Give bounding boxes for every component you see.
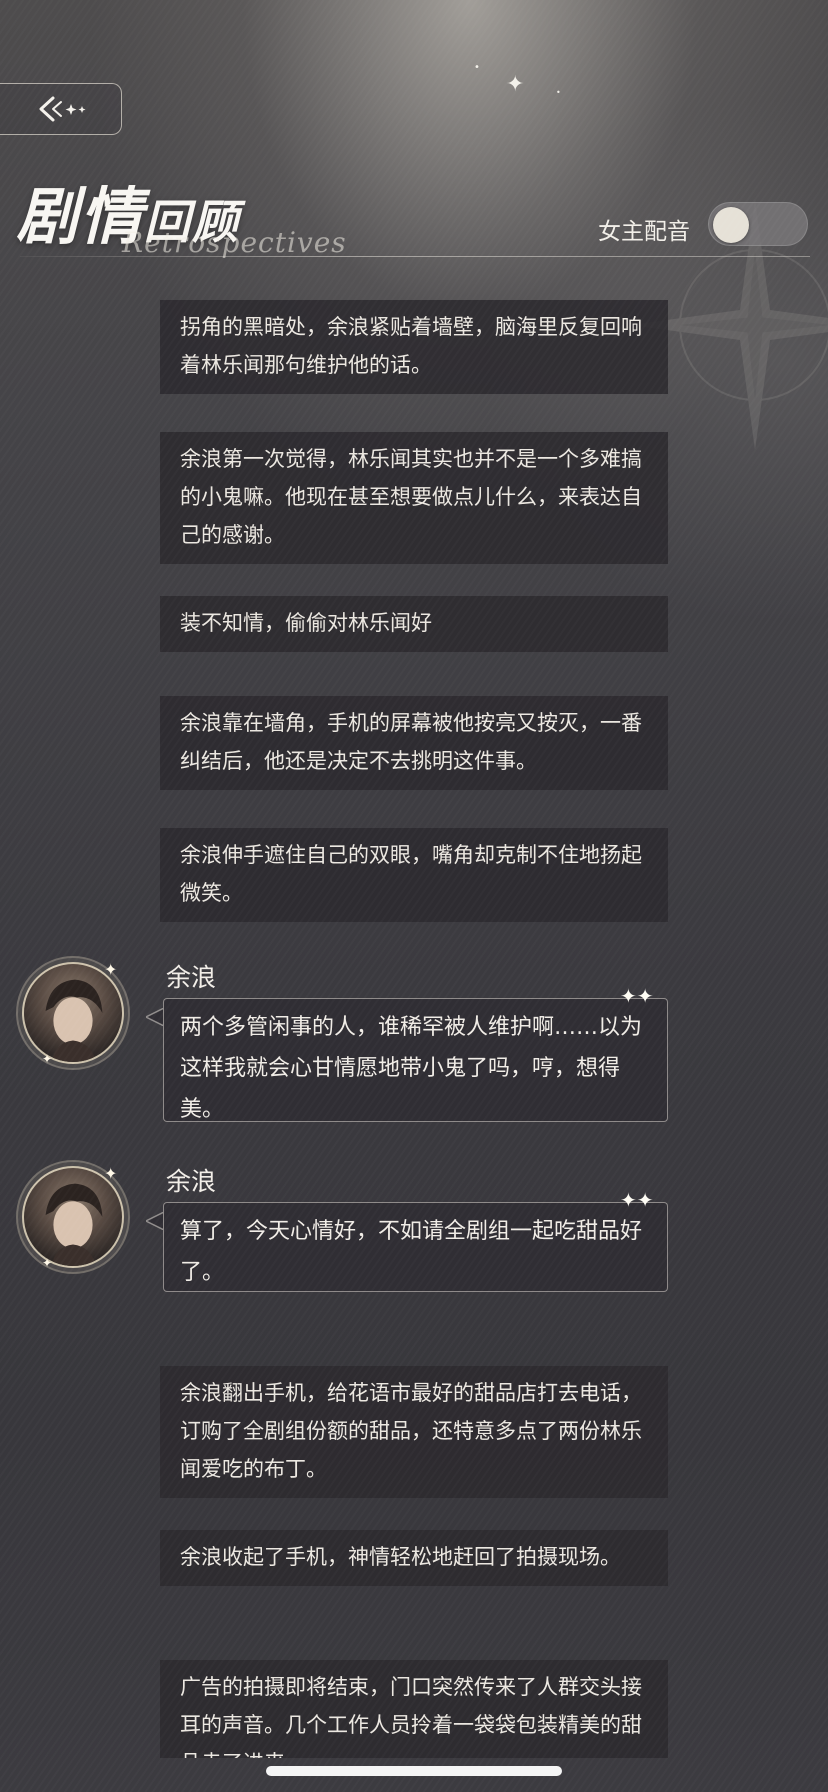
narration-box: 余浪第一次觉得，林乐闻其实也并不是一个多难搞的小鬼嘛。他现在甚至想要做点儿什么，… <box>160 432 668 564</box>
dialogue-bubble: 算了，今天心情好，不如请全剧组一起吃甜品好了。 <box>163 1202 668 1292</box>
narration-box: 装不知情，偷偷对林乐闻好 <box>160 596 668 652</box>
home-indicator[interactable] <box>266 1766 562 1776</box>
narration-box: 余浪靠在墙角，手机的屏幕被他按亮又按灭，一番纠结后，他还是决定不去挑明这件事。 <box>160 696 668 790</box>
bubble-tail <box>146 1212 164 1230</box>
sparkle-icon: ✦✦ <box>620 984 654 1008</box>
dialogue-bubble: 两个多管闲事的人，谁稀罕被人维护啊……以为这样我就会心甘情愿地带小鬼了吗，哼，想… <box>163 998 668 1122</box>
speaker-name: 余浪 <box>166 1167 217 1196</box>
toggle-knob[interactable] <box>713 207 749 243</box>
sparkle-icon: ✦ <box>104 1164 118 1183</box>
narration-box: 余浪翻出手机，给花语市最好的甜品店打去电话，订购了全剧组份额的甜品，还特意多点了… <box>160 1366 668 1498</box>
narration-box: 拐角的黑暗处，余浪紧贴着墙壁，脑海里反复回响着林乐闻那句维护他的话。 <box>160 300 668 394</box>
narration-box: 余浪收起了手机，神情轻松地赶回了拍摄现场。 <box>160 1530 668 1586</box>
sparkle-icon: ✦ <box>42 1256 53 1270</box>
voice-toggle-label: 女主配音 <box>598 219 690 245</box>
sparkle-icon: • <box>474 62 480 73</box>
title-divider <box>20 256 810 257</box>
sparkle-icon: ✦ <box>506 72 525 97</box>
bubble-tail <box>146 1008 164 1026</box>
sparkle-icon: ✦ <box>42 1052 53 1066</box>
page-subtitle: Retrospectives <box>122 226 347 259</box>
story-review-screen: ✦ • • 剧情回顾 Retrospectives 女主配音 拐角的黑暗处，余浪… <box>0 0 828 1792</box>
narration-box: 余浪伸手遮住自己的双眼，嘴角却克制不住地扬起微笑。 <box>160 828 668 922</box>
voice-toggle-switch[interactable] <box>708 202 808 246</box>
sparkle-icon: • <box>556 88 561 97</box>
back-button[interactable] <box>0 83 122 135</box>
sparkle-icon: ✦✦ <box>620 1188 654 1212</box>
narration-box: 广告的拍摄即将结束，门口突然传来了人群交头接耳的声音。几个工作人员拎着一袋袋包装… <box>160 1660 668 1758</box>
back-arrow-sparkle-icon <box>39 96 85 122</box>
sparkle-icon: ✦ <box>104 960 118 979</box>
speaker-name: 余浪 <box>166 963 217 992</box>
